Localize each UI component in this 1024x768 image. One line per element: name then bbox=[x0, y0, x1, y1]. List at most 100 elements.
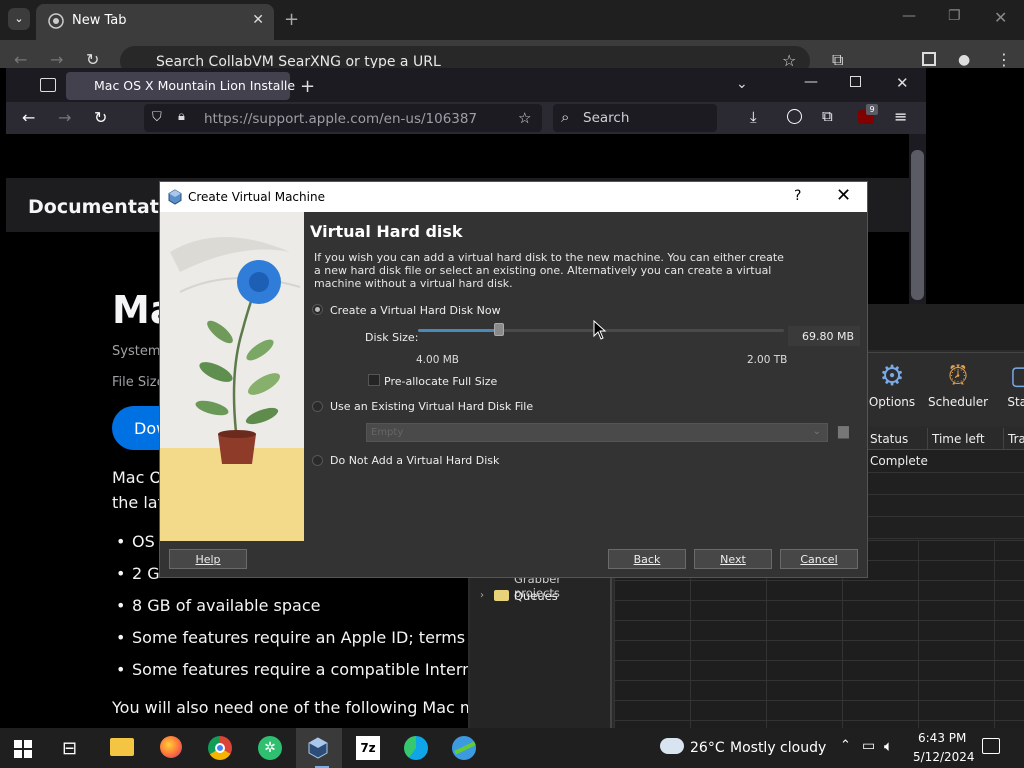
ff-minimize-icon[interactable]: — bbox=[804, 74, 818, 90]
existing-disk-placeholder: Empty bbox=[371, 427, 404, 438]
ff-bookmark-star-icon[interactable]: ☆ bbox=[518, 109, 531, 127]
account-icon[interactable] bbox=[787, 109, 802, 124]
edge-icon[interactable] bbox=[404, 736, 428, 760]
ff-reload-icon[interactable]: ↻ bbox=[94, 108, 107, 127]
forward-arrow-icon[interactable]: → bbox=[50, 50, 63, 69]
download-icon[interactable]: ⤓ bbox=[750, 108, 757, 126]
green-app-icon[interactable]: ✲ bbox=[258, 736, 282, 760]
extensions-icon[interactable]: ⧉ bbox=[832, 50, 843, 70]
page-intro-line1: Mac O bbox=[112, 468, 163, 487]
close-window-icon[interactable]: ✕ bbox=[994, 8, 1007, 27]
profile-icon[interactable]: ● bbox=[958, 52, 970, 68]
existing-disk-select[interactable]: Empty ⌄ bbox=[366, 423, 828, 442]
back-arrow-icon[interactable]: ← bbox=[14, 50, 27, 69]
list-item: OS bbox=[132, 532, 155, 551]
chrome-menu-icon[interactable]: ⋮ bbox=[996, 50, 1012, 69]
firefox-icon[interactable] bbox=[160, 736, 182, 758]
weather-cloud-icon[interactable] bbox=[660, 738, 684, 754]
seven-zip-icon[interactable]: 7z bbox=[356, 736, 380, 760]
dm-col-transfer[interactable]: Tra bbox=[1004, 428, 1024, 450]
folder-icon bbox=[494, 590, 509, 601]
firefox-view-icon[interactable] bbox=[40, 78, 56, 92]
doc-bar-title: Documentatio bbox=[28, 196, 179, 218]
new-tab-plus-icon[interactable]: + bbox=[284, 9, 299, 30]
virtualbox-taskbar-icon[interactable] bbox=[306, 736, 330, 760]
dm-col-status[interactable]: Status bbox=[866, 428, 928, 450]
file-explorer-icon[interactable] bbox=[110, 738, 134, 756]
radio-create-disk[interactable] bbox=[312, 304, 323, 315]
disk-size-slider-handle[interactable] bbox=[493, 323, 504, 336]
gear-icon: ⚙ bbox=[879, 359, 905, 392]
help-question-icon[interactable]: ? bbox=[794, 188, 801, 204]
sidepanel-icon[interactable] bbox=[922, 52, 936, 66]
radio-no-disk-label[interactable]: Do Not Add a Virtual Hard Disk bbox=[330, 454, 499, 467]
page-scrollbar-thumb[interactable] bbox=[911, 150, 924, 300]
dm-toolbar: ⚙ Options ⏰︎ Scheduler ▢ Start bbox=[868, 352, 1024, 426]
vm-dialog-title: Create Virtual Machine bbox=[188, 190, 325, 204]
notification-icon[interactable] bbox=[982, 738, 1000, 754]
ublock-badge: 9 bbox=[866, 104, 878, 115]
search-icon: ⌕ bbox=[561, 108, 570, 126]
weather-desc[interactable]: Mostly cloudy bbox=[730, 740, 826, 756]
radio-existing-disk-label[interactable]: Use an Existing Virtual Hard Disk File bbox=[330, 400, 533, 413]
dm-tool-scheduler[interactable]: ⏰︎ Scheduler bbox=[928, 361, 988, 409]
chrome-tab-new-tab[interactable]: New Tab ✕ bbox=[36, 4, 274, 40]
ff-close-icon[interactable]: ✕ bbox=[896, 74, 909, 92]
dm-col-timeleft[interactable]: Time left bbox=[928, 428, 1004, 450]
preallocate-label[interactable]: Pre-allocate Full Size bbox=[384, 375, 497, 388]
taskbar-date[interactable]: 5/12/2024 bbox=[913, 750, 975, 764]
network-icon[interactable]: ▭ bbox=[862, 738, 875, 754]
help-button[interactable]: Help bbox=[169, 549, 247, 569]
taskbar-time[interactable]: 6:43 PM bbox=[918, 731, 966, 745]
slider-min-label: 4.00 MB bbox=[416, 354, 459, 366]
lock-icon[interactable]: 🔒︎ bbox=[178, 109, 185, 124]
list-tabs-chevron-icon[interactable]: ⌄ bbox=[736, 76, 748, 92]
ff-forward-icon[interactable]: → bbox=[58, 108, 71, 127]
chrome-globe-icon bbox=[48, 13, 64, 29]
slider-max-label: 2.00 TB bbox=[747, 354, 788, 366]
tray-chevron-up-icon[interactable]: ⌃ bbox=[840, 738, 851, 753]
preallocate-checkbox[interactable] bbox=[368, 374, 380, 386]
weather-temp[interactable]: 26°C bbox=[690, 740, 725, 756]
reload-icon[interactable]: ↻ bbox=[86, 50, 99, 69]
restore-icon[interactable]: ❐ bbox=[948, 8, 961, 24]
task-view-icon[interactable]: ⊟ bbox=[62, 738, 77, 759]
dm-tool-label: Options bbox=[868, 395, 916, 409]
page-footer-line: You will also need one of the following … bbox=[112, 698, 486, 717]
tree-item-queues[interactable]: Queues bbox=[514, 589, 558, 603]
firefox-url-bar[interactable]: ⛉ 🔒︎ https://support.apple.com/en-us/106… bbox=[144, 104, 542, 132]
ff-back-icon[interactable]: ← bbox=[22, 108, 35, 127]
page-intro-line2: the lat bbox=[112, 493, 164, 512]
firefox-search-box[interactable]: ⌕ Search bbox=[553, 104, 717, 132]
ff-maximize-icon[interactable] bbox=[850, 76, 861, 87]
ff-extensions-icon[interactable]: ⧉ bbox=[822, 107, 833, 125]
folder-browse-icon[interactable]: ▆ bbox=[838, 423, 856, 441]
close-icon[interactable]: ✕ bbox=[252, 12, 264, 28]
volume-muted-icon[interactable]: 🔈︎ bbox=[884, 737, 893, 755]
minimize-icon[interactable]: — bbox=[902, 8, 916, 24]
tree-expand-icon[interactable]: › bbox=[480, 590, 484, 601]
chevron-down-icon: ⌄ bbox=[812, 426, 821, 437]
back-button[interactable]: Back bbox=[608, 549, 686, 569]
windows-start-icon[interactable] bbox=[14, 740, 32, 758]
ff-menu-icon[interactable]: ≡ bbox=[894, 107, 907, 126]
cancel-button[interactable]: Cancel bbox=[780, 549, 858, 569]
dm-tool-options[interactable]: ⚙ Options bbox=[862, 359, 922, 410]
shield-icon[interactable]: ⛉ bbox=[152, 110, 162, 125]
disk-size-field[interactable]: 69.80 MB bbox=[788, 326, 860, 346]
next-button[interactable]: Next bbox=[694, 549, 772, 569]
radio-existing-disk[interactable] bbox=[312, 401, 323, 412]
dialog-close-icon[interactable]: ✕ bbox=[836, 185, 851, 206]
chrome-icon[interactable] bbox=[208, 736, 232, 760]
firefox-tab-title: Mac OS X Mountain Lion Installe bbox=[94, 78, 296, 93]
radio-create-disk-label[interactable]: Create a Virtual Hard Disk Now bbox=[330, 304, 501, 317]
start-queue-icon: ▢ bbox=[1009, 361, 1024, 391]
firefox-tab-apple[interactable]: Mac OS X Mountain Lion Installe bbox=[66, 72, 295, 100]
dm-tool-start[interactable]: ▢ Start bbox=[992, 361, 1024, 409]
tab-search-button[interactable]: ⌄ bbox=[8, 8, 30, 30]
search-label: Search bbox=[583, 110, 630, 126]
plant-illustration-icon bbox=[160, 237, 304, 541]
radio-no-disk[interactable] bbox=[312, 455, 323, 466]
network-globe-icon[interactable] bbox=[452, 736, 476, 760]
firefox-new-tab-icon[interactable]: + bbox=[300, 76, 315, 97]
